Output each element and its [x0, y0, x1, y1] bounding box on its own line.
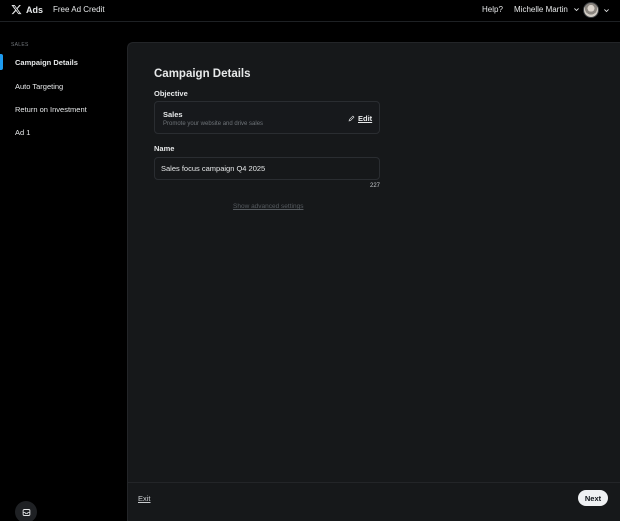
pencil-icon [348, 115, 355, 122]
user-menu[interactable]: Michelle Martin [514, 5, 580, 14]
exit-link[interactable]: Exit [138, 494, 151, 503]
objective-description: Promote your website and drive sales [163, 121, 264, 127]
sidebar: SALES Campaign Details Auto Targeting Re… [0, 23, 126, 521]
sidebar-item-auto-targeting[interactable]: Auto Targeting [0, 76, 120, 96]
sidebar-item-ad-1[interactable]: Ad 1 [0, 122, 120, 142]
sidebar-item-label: Auto Targeting [15, 81, 64, 91]
character-counter: 227 [370, 183, 381, 189]
brand-name: Ads [26, 4, 44, 15]
objective-name: Sales [163, 110, 183, 119]
sidebar-item-label: Return on Investment [15, 104, 87, 114]
edit-objective-button[interactable]: Edit [348, 114, 372, 123]
show-advanced-settings-link[interactable]: Show advanced settings [233, 203, 303, 210]
messages-button[interactable] [15, 501, 37, 521]
chevron-down-icon [573, 8, 579, 12]
x-logo-icon [11, 5, 22, 15]
user-name: Michelle Martin [514, 5, 568, 14]
campaign-details-panel: Campaign Details Objective Sales Promote… [127, 42, 620, 521]
inbox-icon [22, 508, 30, 516]
sidebar-item-label: Ad 1 [15, 127, 31, 137]
footer-divider [128, 482, 620, 483]
name-label: Name [154, 144, 175, 153]
avatar[interactable] [583, 2, 599, 18]
help-link[interactable]: Help? [482, 5, 503, 14]
page-title: Campaign Details [154, 68, 251, 80]
edit-label: Edit [358, 114, 373, 123]
next-button[interactable]: Next [578, 490, 608, 506]
sidebar-item-label: Campaign Details [15, 57, 78, 67]
objective-label: Objective [154, 89, 188, 98]
brand-logo[interactable]: Ads [11, 4, 43, 15]
campaign-name-input[interactable] [154, 157, 380, 180]
sidebar-item-return-on-investment[interactable]: Return on Investment [0, 99, 120, 119]
chevron-down-icon[interactable] [603, 7, 610, 14]
sidebar-heading: SALES [11, 42, 29, 48]
free-ad-credit-link[interactable]: Free Ad Credit [53, 5, 105, 14]
objective-card: Sales Promote your website and drive sal… [154, 101, 380, 134]
top-bar: Ads Free Ad Credit Help? Michelle Martin [0, 0, 620, 22]
sidebar-item-campaign-details[interactable]: Campaign Details [0, 52, 120, 72]
